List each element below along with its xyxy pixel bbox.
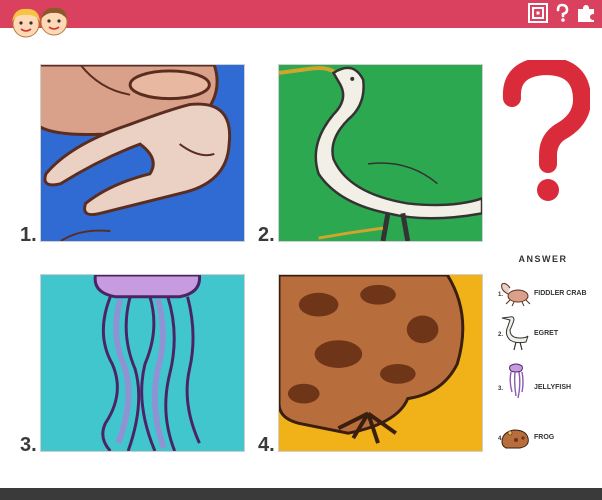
answer-item-1: 1. FIDDLER CRAB [496,272,602,312]
panel-number-1: 1. [20,224,37,246]
answer-title: ANSWER [518,254,568,264]
jellyfish-icon [509,363,524,399]
jellyfish-image [93,275,202,451]
answer-label-4: FROG [534,434,555,441]
frog-image [279,275,465,444]
question-icon[interactable] [552,3,572,23]
crab-claw-image [41,65,232,241]
answer-item-3: 3. JELLYFISH [496,363,602,406]
panel-number-2: 2. [258,224,275,246]
picture-panel-3 [40,274,245,452]
answer-num-3: 3. [498,386,504,392]
picture-panel-4 [278,274,483,452]
question-mark-icon [502,60,590,201]
spiral-icon[interactable] [528,3,548,23]
answer-num-4: 4. [498,436,504,442]
answer-label-3: JELLYFISH [534,384,572,391]
picture-panel-2 [278,64,483,242]
answer-item-2: 2. EGRET [496,312,602,352]
answer-num-1: 1. [498,292,504,298]
panel-number-3: 3. [20,434,37,456]
answer-num-2: 2. [498,332,504,338]
panel-number-4: 4. [258,434,275,456]
kids-logo-icon [12,7,68,38]
puzzle-icon[interactable] [576,3,596,23]
answer-label-2: EGRET [534,330,559,337]
picture-panel-1 [40,64,245,242]
top-bar [0,0,602,38]
bottom-bar [0,488,602,500]
egret-image [279,66,482,241]
answer-item-4: 4. FROG [496,416,602,456]
answer-label-1: FIDDLER CRAB [534,290,587,297]
